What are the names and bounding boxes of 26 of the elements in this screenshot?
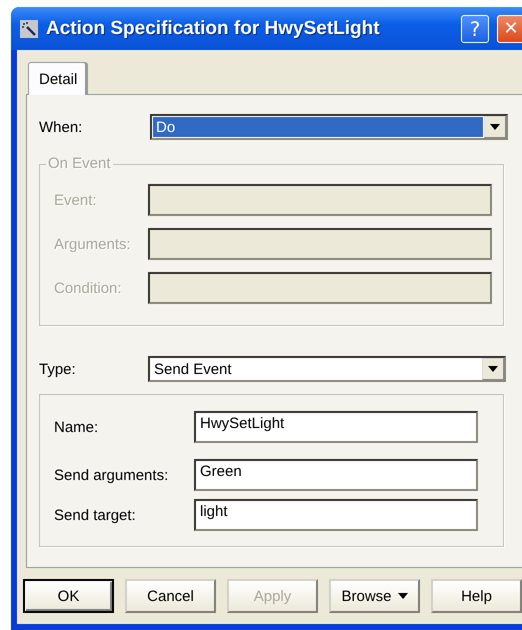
field-label: Event: [54,192,98,208]
field-label: Condition: [54,280,123,296]
dialog-button[interactable]: Browse [329,579,420,613]
field-label: Send target: [54,506,137,524]
field-label: When: [39,118,84,136]
caret-icon [398,593,408,599]
field-label: Type: [39,360,77,378]
field-label: Name: [54,418,100,436]
dialog-button[interactable]: OK [23,579,114,613]
dialog-button[interactable]: Cancel [125,579,216,613]
dropdown-value: Send Event [153,360,233,379]
dropdown[interactable]: Send Event [148,356,506,382]
tab[interactable]: Detail [28,62,88,95]
dropdown-arrow-icon [488,366,498,372]
dropdown-arrow-icon [490,124,500,130]
field-label: Arguments: [54,236,132,252]
dropdown[interactable]: Do [150,114,508,140]
input-field[interactable]: light [194,499,478,531]
input-field[interactable]: HwySetLight [194,411,478,443]
input-field[interactable]: Green [194,459,478,491]
wand-icon [20,20,38,38]
help-button[interactable]: ? [461,14,489,42]
dropdown-value: Do [153,117,483,137]
field-label: Send arguments: [54,466,170,484]
window-title: Action Specification for HwySetLight [46,18,381,40]
dialog-button[interactable]: Help [431,579,522,613]
